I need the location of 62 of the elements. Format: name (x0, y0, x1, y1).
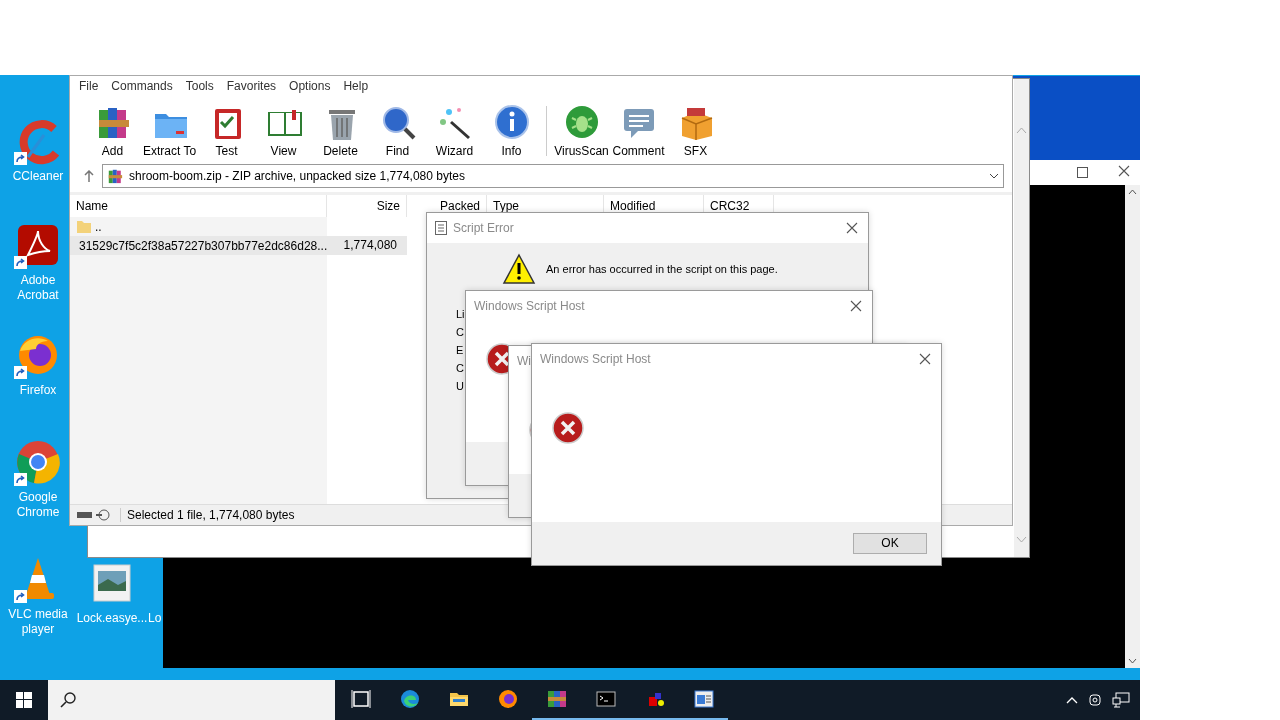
toolbar-button[interactable]: Extract To (141, 104, 198, 158)
dialog-title: Wi (517, 354, 531, 368)
column-header[interactable]: Size (327, 195, 407, 217)
close-button[interactable] (917, 351, 933, 367)
drive-icon (76, 509, 112, 521)
toolbar-button[interactable]: Add (84, 104, 141, 158)
menu-item[interactable]: File (79, 79, 99, 95)
field-label: C (456, 325, 465, 339)
path-field[interactable]: shroom-boom.zip - ZIP archive, unpacked size 1,774,080 bytes (102, 164, 1004, 188)
browser-logo-icon[interactable] (14, 438, 62, 486)
search-icon (60, 692, 76, 708)
toolbar-button[interactable]: Info (483, 104, 540, 158)
menu-item[interactable]: Commands (111, 79, 173, 95)
scrollbar[interactable] (1125, 185, 1140, 668)
toolbar-button[interactable]: VirusScan (553, 104, 610, 158)
status-text: Selected 1 file, 1,774,080 bytes (120, 508, 295, 522)
dropdown-caret-icon[interactable] (989, 173, 999, 179)
app-window-icon (692, 689, 715, 709)
menu-item[interactable]: Favorites (226, 79, 277, 95)
toolbar-button[interactable]: Delete (312, 104, 369, 158)
menu-item[interactable]: Options (289, 79, 331, 95)
menu-item[interactable]: Tools (185, 79, 214, 95)
toolbar-button[interactable]: Test (198, 104, 255, 158)
camera-icon[interactable] (1088, 692, 1102, 708)
windows-logo-icon (16, 692, 32, 708)
field-label: E (456, 343, 465, 357)
scroll-down-icon[interactable] (1128, 658, 1137, 664)
wave-logo-icon (398, 689, 421, 709)
dialog-title: Script Error (453, 221, 514, 235)
up-arrow-icon[interactable] (84, 170, 94, 182)
error-message: An error has occurred in the script on this page. (546, 263, 778, 275)
folder-icon (76, 219, 92, 234)
chevron-up-icon[interactable] (1066, 696, 1078, 704)
terminal-icon (594, 689, 617, 709)
scroll-up-icon[interactable] (1128, 189, 1137, 195)
fox-globe-icon (496, 689, 519, 709)
warning-icon (502, 253, 536, 285)
toolbar-button[interactable]: SFX (667, 104, 724, 158)
menu-item[interactable]: Help (343, 79, 369, 95)
dialog-title: Windows Script Host (540, 352, 651, 366)
table-cell: 1,774,080 (327, 236, 407, 255)
table-cell[interactable]: 31529c7f5c2f38a57227b307bb77e2dc86d28... (70, 236, 327, 255)
table-cell[interactable]: .. (70, 217, 327, 236)
ok-button[interactable]: OK (853, 533, 927, 554)
close-button[interactable] (848, 298, 864, 314)
error-icon (552, 412, 584, 444)
network-icon[interactable] (1112, 692, 1130, 708)
toolbar-button[interactable]: Wizard (426, 104, 483, 158)
books-icon (545, 689, 568, 709)
field-label: U (456, 379, 465, 393)
toolbar-button[interactable]: View (255, 104, 312, 158)
toolbar-button[interactable]: Comment (610, 104, 667, 158)
books-icon (107, 168, 123, 184)
close-button[interactable] (844, 220, 860, 236)
toolbar-button[interactable]: Find (369, 104, 426, 158)
search-field[interactable] (48, 680, 335, 720)
dialog-title: Windows Script Host (474, 299, 585, 313)
document-icon (435, 221, 447, 235)
task-view-icon (349, 689, 372, 709)
info-icon (493, 104, 530, 142)
field-label: C (456, 361, 465, 375)
maximize-icon[interactable] (1077, 167, 1088, 178)
